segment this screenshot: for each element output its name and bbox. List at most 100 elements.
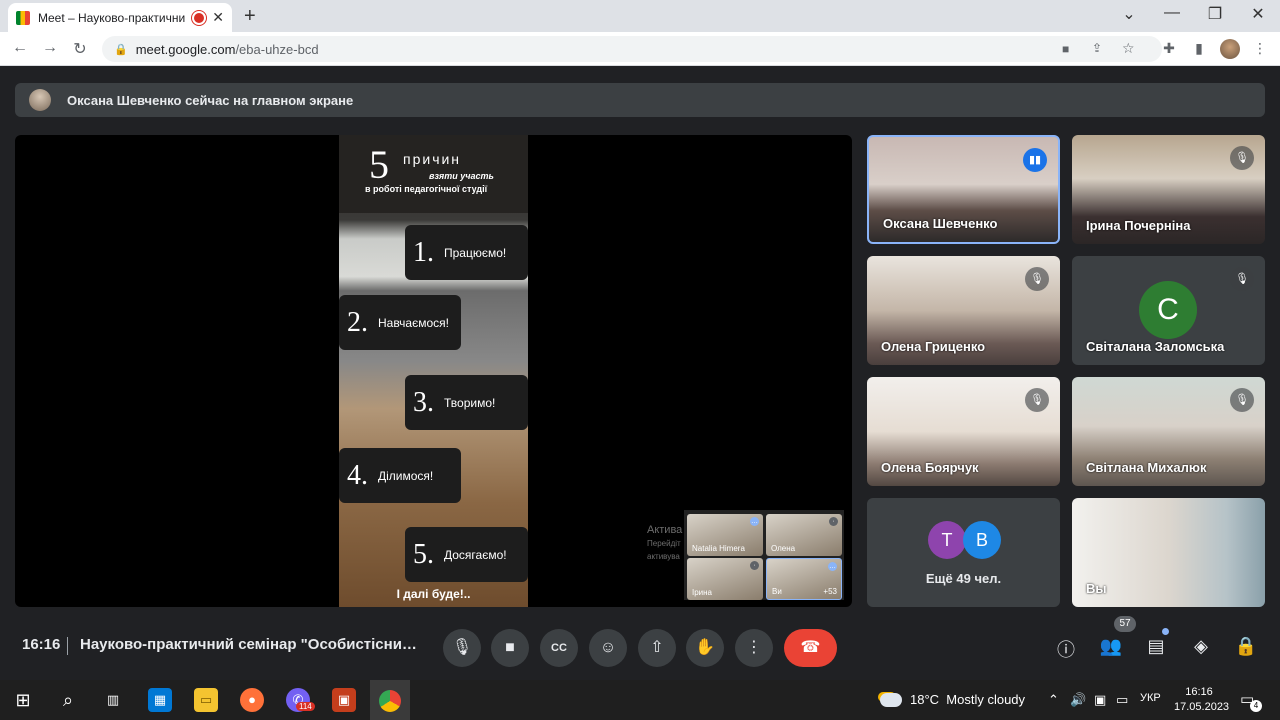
slide-card-1: 1. Працюємо! bbox=[405, 225, 528, 280]
tab-title: Meet – Науково-практични bbox=[38, 10, 186, 25]
language-indicator[interactable]: УКР bbox=[1140, 692, 1161, 704]
search-icon[interactable]: ⌕ bbox=[56, 688, 80, 712]
close-window-icon[interactable]: ✕ bbox=[1246, 4, 1270, 24]
slide-card-3: 3. Творимо! bbox=[405, 375, 528, 430]
participant-tile[interactable]: 🎙 Олена Боярчук bbox=[867, 377, 1060, 486]
windows-activation-watermark: Актива Перейдіт активува bbox=[647, 524, 683, 561]
profile-avatar[interactable] bbox=[1220, 39, 1240, 59]
microphone-button[interactable]: 🎙 bbox=[443, 629, 481, 667]
captions-button[interactable]: CC bbox=[540, 629, 578, 667]
shared-screen-thumbnails: … Natalia Himera · Олена · Ірина … Ви +5… bbox=[684, 510, 844, 600]
participant-tile[interactable]: 🎙 С Світалана Заломська bbox=[1072, 256, 1265, 365]
network-icon[interactable]: ▣ bbox=[1094, 692, 1106, 708]
participant-tile[interactable]: 🎙 Олена Гриценко bbox=[867, 256, 1060, 365]
more-options-button[interactable]: ⋮ bbox=[735, 629, 773, 667]
participant-tile[interactable]: 🎙 Світлана Михалюк bbox=[1072, 377, 1265, 486]
meeting-controls-bar: 16:16 Науково-практичний семінар "Особис… bbox=[0, 616, 1280, 680]
lock-icon: 🔒 bbox=[114, 43, 128, 56]
volume-icon[interactable]: 🔊 bbox=[1070, 692, 1086, 708]
mic-off-icon: 🎙 bbox=[1025, 388, 1049, 412]
chrome-icon[interactable] bbox=[370, 680, 410, 720]
participant-name: Світлана Михалюк bbox=[1086, 460, 1207, 475]
meeting-details-icon[interactable]: ⓘ bbox=[1054, 636, 1078, 662]
url-host: meet.google.com bbox=[135, 41, 236, 57]
weather-temp: 18°C bbox=[910, 692, 940, 707]
tray-chevron-icon[interactable]: ⌃ bbox=[1048, 692, 1059, 708]
bookmark-star-icon[interactable]: ☆ bbox=[1122, 40, 1135, 57]
side-panel-icon[interactable]: ▮ bbox=[1189, 40, 1209, 57]
people-icon[interactable]: 👥 bbox=[1099, 636, 1123, 657]
camera-in-use-icon[interactable]: ■ bbox=[1062, 42, 1069, 56]
host-controls-icon[interactable]: 🔒 bbox=[1234, 636, 1258, 657]
powerpoint-icon[interactable]: ▣ bbox=[332, 688, 356, 712]
slide-subtitle-2: в роботі педагогічної студії bbox=[365, 184, 488, 194]
viber-badge: 114 bbox=[296, 702, 315, 711]
slide-subtitle-1: взяти участь bbox=[429, 171, 494, 181]
extensions-icon[interactable]: ✚ bbox=[1159, 40, 1179, 57]
activities-icon[interactable]: ◈ bbox=[1189, 636, 1213, 657]
task-view-icon[interactable]: ▥ bbox=[101, 688, 125, 712]
reload-icon[interactable]: ↻ bbox=[70, 39, 90, 59]
participant-avatar: Т bbox=[928, 521, 966, 559]
address-bar[interactable]: 🔒 meet.google.com/eba-uhze-bcd ■ ⇪ ☆ bbox=[102, 36, 1162, 62]
back-icon[interactable]: ← bbox=[10, 39, 30, 57]
chat-icon[interactable]: ▤ bbox=[1144, 636, 1168, 657]
participant-avatar: В bbox=[963, 521, 1001, 559]
participant-name: Ірина Почерніна bbox=[1086, 218, 1191, 233]
slide-big-number: 5 bbox=[369, 142, 389, 187]
self-view-tile[interactable]: Вы bbox=[1072, 498, 1265, 607]
file-explorer-icon[interactable]: ▭ bbox=[194, 688, 218, 712]
recording-indicator-icon bbox=[194, 12, 205, 23]
presenter-avatar bbox=[29, 89, 51, 111]
more-participants-text: Ещё 49 чел. bbox=[925, 571, 1002, 586]
divider bbox=[67, 637, 68, 655]
raise-hand-button[interactable]: ✋ bbox=[686, 629, 724, 667]
share-icon[interactable]: ⇪ bbox=[1092, 41, 1102, 55]
firefox-icon[interactable]: ● bbox=[240, 688, 264, 712]
windows-start-icon[interactable]: ⊞ bbox=[11, 688, 35, 712]
forward-icon[interactable]: → bbox=[40, 39, 60, 57]
tab-search-icon[interactable]: ⌄ bbox=[1117, 4, 1141, 24]
end-call-button[interactable]: ☎ bbox=[784, 629, 837, 667]
mini-tile: … Ви +53 bbox=[766, 558, 842, 600]
slide-footer: І далі буде!.. bbox=[396, 587, 471, 601]
participant-name: Олена Гриценко bbox=[881, 339, 986, 354]
more-participants-tile[interactable]: Т В Ещё 49 чел. bbox=[867, 498, 1060, 607]
more-options-icon: … bbox=[750, 517, 759, 526]
participant-name: Оксана Шевченко bbox=[883, 216, 998, 231]
camera-button[interactable]: ■ bbox=[491, 629, 529, 667]
meeting-clock: 16:16 bbox=[22, 636, 61, 653]
mic-off-icon: 🎙 bbox=[1230, 388, 1254, 412]
store-icon[interactable]: ▦ bbox=[148, 688, 172, 712]
mini-tile: … Natalia Himera bbox=[687, 514, 763, 556]
present-screen-button[interactable]: ⇧ bbox=[638, 629, 676, 667]
browser-tab[interactable]: Meet – Науково-практични ✕ bbox=[8, 3, 232, 32]
presentation-stage[interactable]: 5 причин взяти участь в роботі педагогіч… bbox=[15, 135, 852, 607]
notification-center-icon[interactable]: ▭ 4 bbox=[1240, 690, 1262, 712]
mini-tile: · Олена bbox=[766, 514, 842, 556]
slide-card-5: 5. Досягаємо! bbox=[405, 527, 528, 582]
mic-off-icon: · bbox=[829, 517, 838, 526]
participant-tile[interactable]: 🎙 Ірина Почерніна bbox=[1072, 135, 1265, 244]
taskbar-clock[interactable]: 16:16 17.05.2023 bbox=[1174, 685, 1229, 715]
more-options-icon: … bbox=[828, 562, 837, 571]
meeting-name[interactable]: Науково-практичний семінар "Особистісний… bbox=[80, 636, 420, 653]
tab-close-icon[interactable]: ✕ bbox=[212, 9, 224, 26]
maximize-icon[interactable]: ❐ bbox=[1203, 4, 1227, 24]
minimize-icon[interactable]: — bbox=[1160, 4, 1184, 22]
participant-name: Олена Боярчук bbox=[881, 460, 979, 475]
new-tab-button[interactable]: + bbox=[244, 5, 256, 28]
battery-icon[interactable]: ▭ bbox=[1116, 692, 1128, 708]
presenting-banner: Оксана Шевченко сейчас на главном экране bbox=[15, 83, 1265, 117]
emoji-reaction-button[interactable]: ☺ bbox=[589, 629, 627, 667]
participant-avatar: С bbox=[1139, 281, 1197, 339]
windows-taskbar: ⊞ ⌕ ▥ ▦ ▭ ● ✆ 114 ▣ 18°C Mostly cloudy ⌃… bbox=[0, 680, 1280, 720]
weather-widget[interactable]: 18°C Mostly cloudy bbox=[880, 692, 1025, 707]
participant-tile[interactable]: ▮▮ Оксана Шевченко bbox=[867, 135, 1060, 244]
chat-notification-dot bbox=[1162, 628, 1169, 635]
slide-card-2: 2. Навчаємося! bbox=[339, 295, 461, 350]
presenting-text: Оксана Шевченко сейчас на главном экране bbox=[67, 92, 354, 108]
mic-off-icon: 🎙 bbox=[1230, 146, 1254, 170]
menu-kebab-icon[interactable]: ⋮ bbox=[1250, 40, 1270, 57]
slide-card-4: 4. Ділимося! bbox=[339, 448, 461, 503]
